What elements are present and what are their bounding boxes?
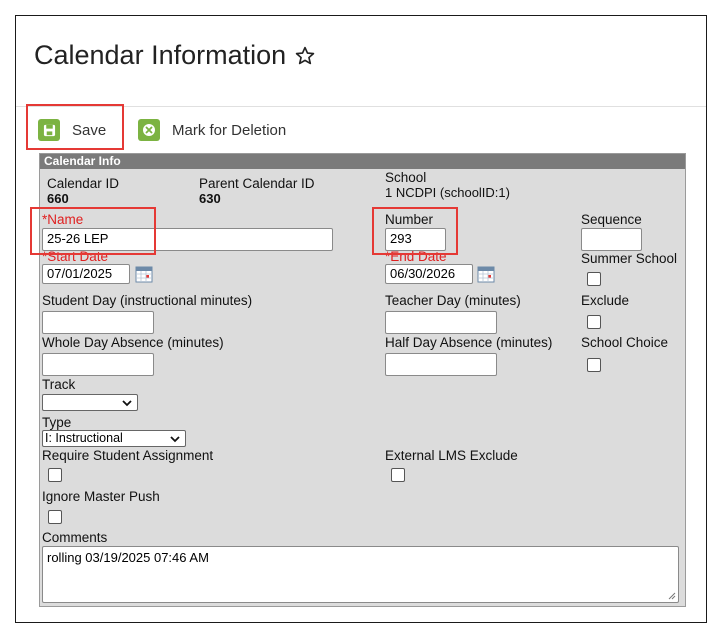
type-select-value: I: Instructional	[45, 431, 123, 445]
school-label: School	[385, 170, 427, 185]
ignore-master-push-label: Ignore Master Push	[42, 489, 160, 504]
comments-text: rolling 03/19/2025 07:46 AM	[47, 550, 209, 565]
track-label: Track	[42, 377, 76, 392]
exclude-checkbox[interactable]	[587, 315, 601, 329]
start-date-label: *Start Date	[42, 249, 109, 264]
page-title-text: Calendar Information	[34, 40, 287, 70]
half-day-absence-input[interactable]	[385, 353, 497, 376]
sequence-input[interactable]	[581, 228, 642, 251]
floppy-disk-icon	[38, 119, 60, 141]
external-lms-exclude-checkbox[interactable]	[391, 468, 405, 482]
title-divider	[16, 106, 706, 107]
school-choice-checkbox[interactable]	[587, 358, 601, 372]
track-select[interactable]	[42, 394, 138, 411]
comments-label: Comments	[42, 530, 108, 545]
number-input[interactable]: 293	[385, 228, 446, 251]
parent-calendar-id-label: Parent Calendar ID	[199, 176, 315, 191]
calendar-id-value: 660	[47, 191, 69, 206]
save-button[interactable]: Save	[38, 115, 106, 145]
type-select[interactable]: I: Instructional	[42, 430, 186, 447]
teacher-day-label: Teacher Day (minutes)	[385, 293, 521, 308]
student-day-input[interactable]	[42, 311, 154, 334]
half-day-absence-label: Half Day Absence (minutes)	[385, 335, 553, 350]
external-lms-exclude-label: External LMS Exclude	[385, 448, 518, 463]
calendar-info-panel: Calendar Info Calendar ID 660 Parent Cal…	[39, 153, 686, 607]
summer-school-label: Summer School	[581, 251, 678, 266]
calendar-id-label: Calendar ID	[47, 176, 120, 191]
resize-grip-icon[interactable]	[666, 590, 676, 600]
require-student-assignment-label: Require Student Assignment	[42, 448, 214, 463]
name-input[interactable]: 25-26 LEP	[42, 228, 333, 251]
chevron-down-icon	[170, 436, 180, 443]
ignore-master-push-checkbox[interactable]	[48, 510, 62, 524]
mark-for-deletion-label: Mark for Deletion	[172, 121, 287, 139]
sequence-label: Sequence	[581, 212, 642, 227]
school-value: 1 NCDPI (schoolID:1)	[385, 185, 510, 200]
panel-header: Calendar Info	[40, 154, 685, 169]
school-choice-label: School Choice	[581, 335, 669, 350]
save-button-label: Save	[72, 121, 107, 139]
chevron-down-icon	[122, 400, 132, 407]
name-label: *Name	[42, 212, 84, 227]
whole-day-absence-input[interactable]	[42, 353, 154, 376]
calendar-icon[interactable]	[135, 265, 153, 283]
end-date-input[interactable]: 06/30/2026	[385, 264, 473, 284]
number-label: Number	[385, 212, 434, 227]
whole-day-absence-label: Whole Day Absence (minutes)	[42, 335, 224, 350]
exclude-label: Exclude	[581, 293, 630, 308]
teacher-day-input[interactable]	[385, 311, 497, 334]
mark-for-deletion-button[interactable]: Mark for Deletion	[138, 115, 286, 145]
star-outline-icon[interactable]	[294, 45, 316, 67]
parent-calendar-id-value: 630	[199, 191, 221, 206]
end-date-label: *End Date	[385, 249, 447, 264]
calendar-information-window: Calendar Information Save Mark for Delet…	[15, 15, 707, 623]
page-title: Calendar Information	[34, 40, 316, 71]
student-day-label: Student Day (instructional minutes)	[42, 293, 253, 308]
summer-school-checkbox[interactable]	[587, 272, 601, 286]
comments-textarea[interactable]: rolling 03/19/2025 07:46 AM	[42, 546, 679, 603]
start-date-input[interactable]: 07/01/2025	[42, 264, 130, 284]
require-student-assignment-checkbox[interactable]	[48, 468, 62, 482]
calendar-icon[interactable]	[477, 265, 495, 283]
type-label: Type	[42, 415, 72, 430]
x-circle-icon	[138, 119, 160, 141]
